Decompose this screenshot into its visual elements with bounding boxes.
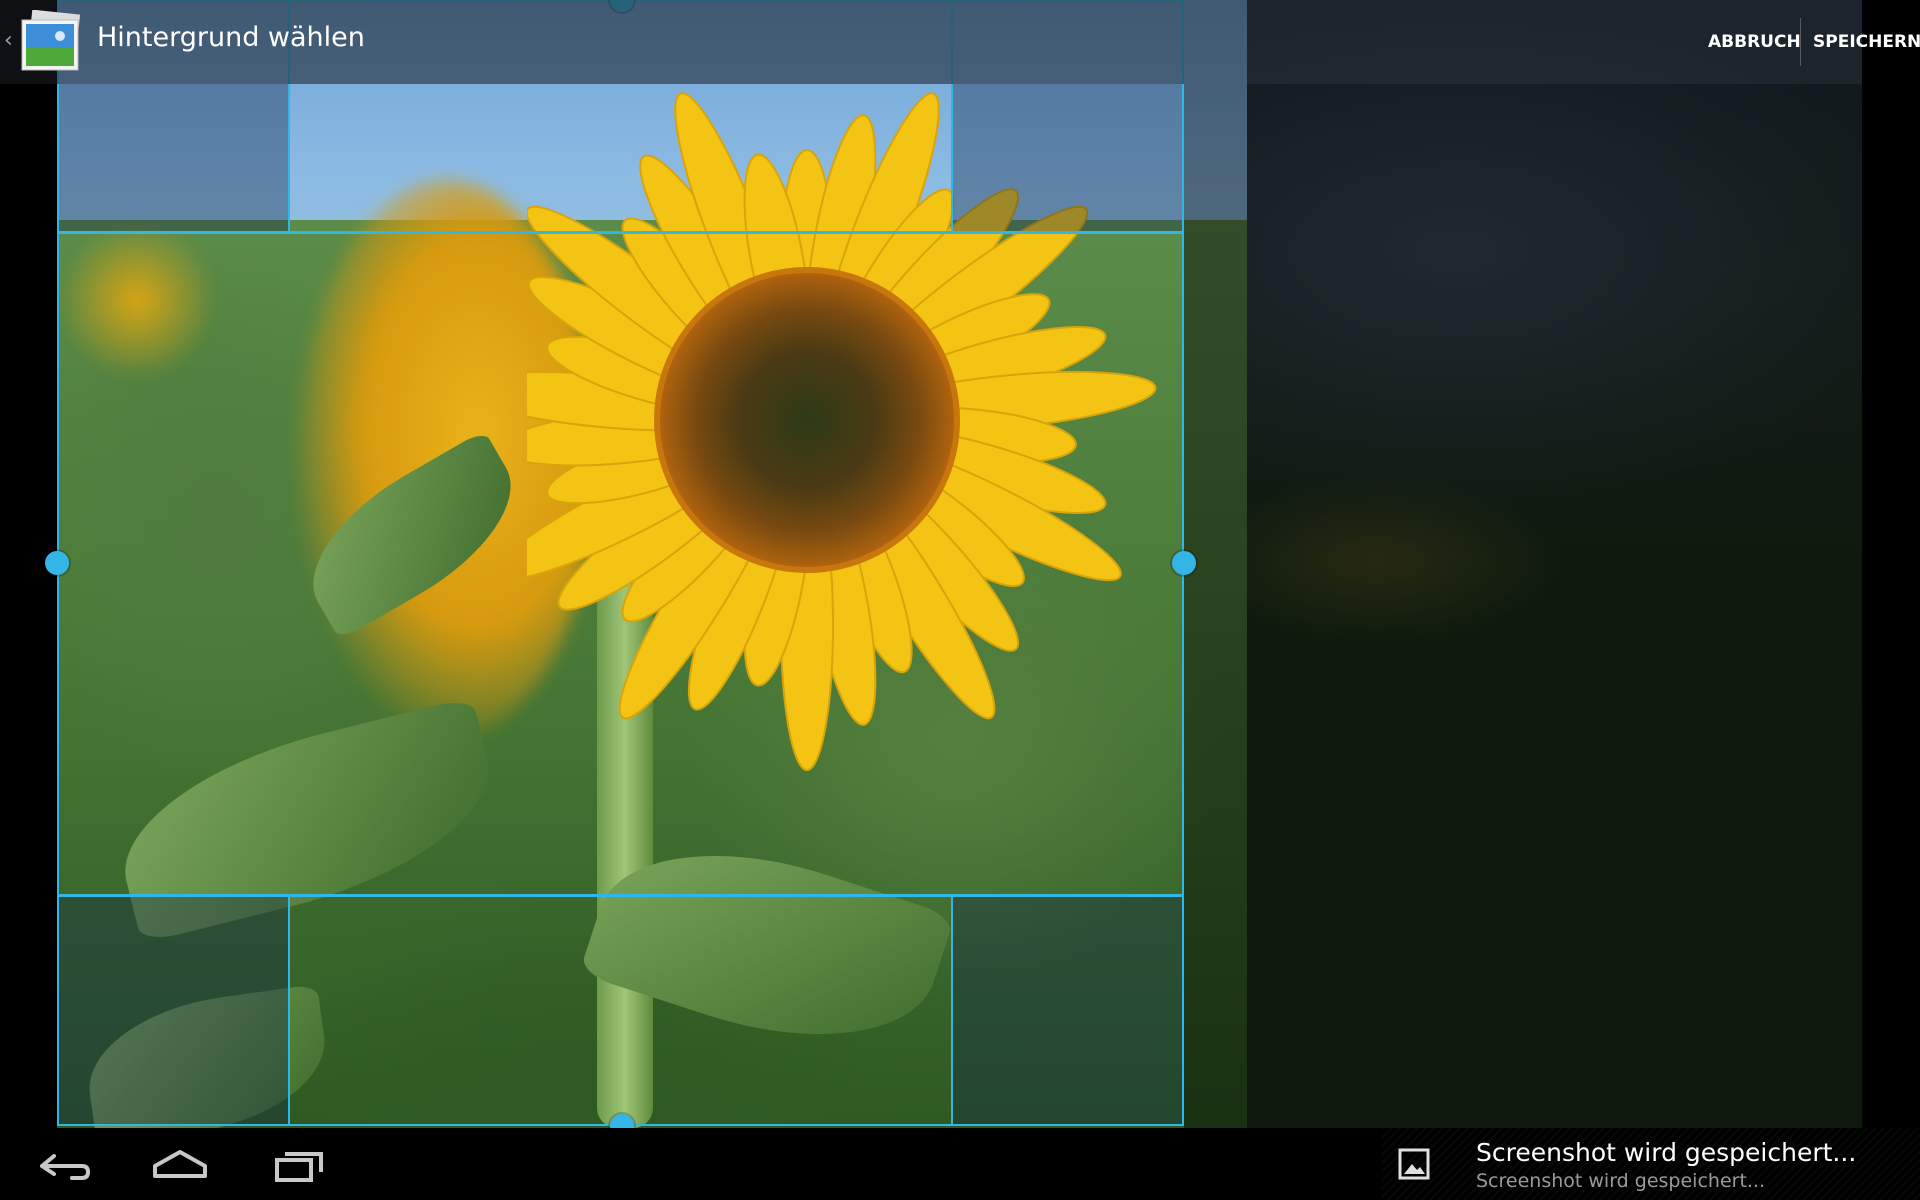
crop-grid-line (57, 894, 1184, 897)
notification-subtitle: Screenshot wird gespeichert... (1476, 1170, 1766, 1192)
recent-apps-icon[interactable] (255, 1136, 345, 1192)
outside-crop-dim (1184, 84, 1862, 1128)
back-icon[interactable] (20, 1136, 110, 1192)
notification-title: Screenshot wird gespeichert... (1476, 1138, 1857, 1167)
save-button[interactable]: SPEICHERN (1799, 0, 1920, 84)
crop-handle-right[interactable] (1172, 551, 1196, 575)
crop-frame[interactable] (57, 0, 1184, 1126)
action-bar: ‹ Hintergrund wählen ABBRUCH SPEICHERN (0, 0, 1920, 84)
crop-handle-left[interactable] (45, 551, 69, 575)
page-title: Hintergrund wählen (97, 22, 365, 53)
crop-grid-line (288, 896, 290, 1126)
screenshot-notification[interactable]: Screenshot wird gespeichert... Screensho… (1382, 1128, 1920, 1200)
cancel-button[interactable]: ABBRUCH (1694, 0, 1815, 84)
crop-grid-line (57, 231, 1184, 234)
image-icon (1398, 1148, 1430, 1180)
crop-grid-line (951, 896, 953, 1126)
home-icon[interactable] (135, 1136, 225, 1192)
gallery-photo-icon[interactable] (20, 10, 84, 72)
up-caret-icon[interactable]: ‹ (4, 28, 13, 53)
